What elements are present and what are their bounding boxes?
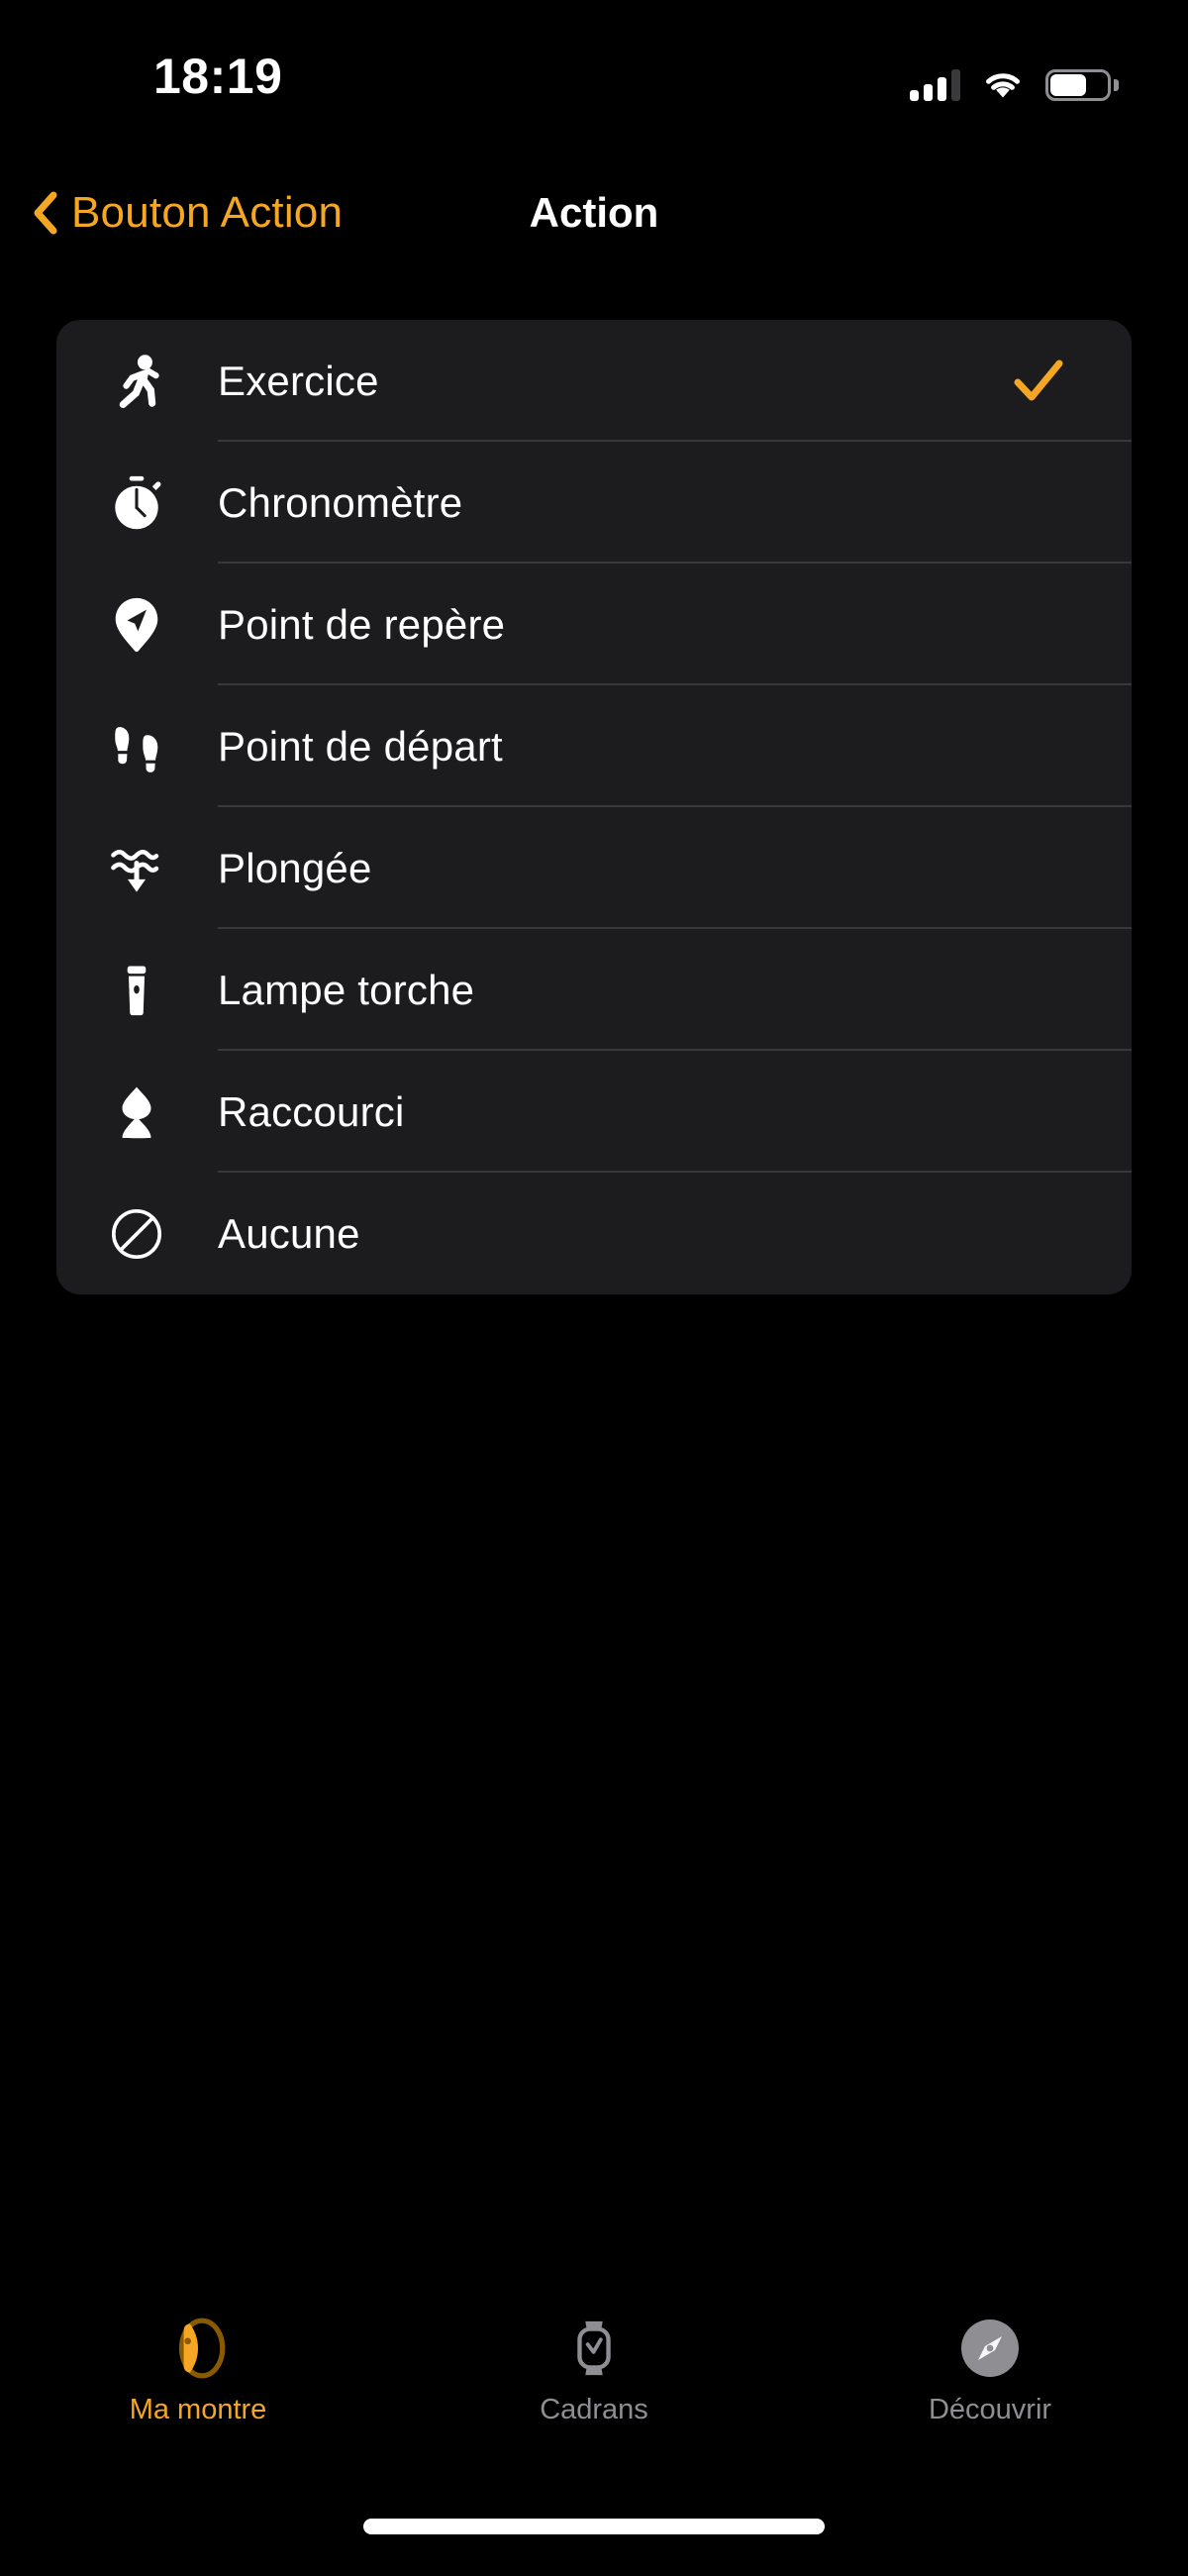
navigation-bar: Bouton Action Action [0, 158, 1188, 267]
list-item[interactable]: Point de repère [56, 564, 1132, 685]
watch-side-icon [164, 2315, 232, 2382]
list-item[interactable]: Plongée [56, 807, 1132, 929]
wifi-icon [982, 69, 1024, 101]
list-item[interactable]: Point de départ [56, 685, 1132, 807]
waypoint-pin-icon [100, 588, 173, 662]
tab-label: Cadrans [540, 2394, 648, 2425]
phone-screen: 18:19 Bouton Action Action Exercice Chro… [0, 0, 1188, 2576]
list-item[interactable]: Raccourci [56, 1051, 1132, 1173]
list-item[interactable]: Chronomètre [56, 442, 1132, 564]
flashlight-icon [100, 954, 173, 1027]
action-options-list: Exercice Chronomètre Point de repère Poi… [56, 320, 1132, 1294]
shortcuts-layers-icon [100, 1076, 173, 1149]
list-item-label: Chronomètre [218, 478, 463, 526]
status-bar-indicators [910, 61, 1119, 101]
no-entry-slash-icon [100, 1197, 173, 1271]
list-item-label: Lampe torche [218, 966, 475, 1013]
tab-decouvrir[interactable]: Découvrir [792, 2307, 1188, 2455]
list-item-label: Point de départ [218, 722, 503, 770]
footprints-icon [100, 710, 173, 783]
list-item[interactable]: Aucune [56, 1173, 1132, 1294]
checkmark-icon [1013, 356, 1064, 407]
cellular-signal-icon [910, 69, 960, 101]
list-item-label: Plongée [218, 844, 372, 891]
tab-ma-montre[interactable]: Ma montre [0, 2307, 396, 2455]
tab-label: Ma montre [129, 2394, 267, 2425]
watch-face-icon [560, 2315, 628, 2382]
list-item-label: Point de repère [218, 600, 506, 648]
list-item-label: Exercice [218, 357, 379, 404]
tab-cadrans[interactable]: Cadrans [396, 2307, 792, 2455]
status-bar: 18:19 [0, 0, 1188, 129]
stopwatch-icon [100, 466, 173, 540]
status-bar-time: 18:19 [153, 49, 283, 104]
compass-icon [956, 2315, 1024, 2382]
list-item-label: Raccourci [218, 1087, 405, 1135]
home-indicator[interactable] [363, 2519, 825, 2534]
dive-waves-icon [100, 832, 173, 905]
tab-bar: Ma montre Cadrans Découvrir [0, 2307, 1188, 2455]
list-item-label: Aucune [218, 1209, 360, 1257]
tab-label: Découvrir [928, 2394, 1052, 2425]
battery-icon [1045, 69, 1119, 101]
list-item[interactable]: Exercice [56, 320, 1132, 442]
running-person-icon [100, 345, 173, 418]
list-item[interactable]: Lampe torche [56, 929, 1132, 1051]
page-title: Action [529, 189, 659, 236]
